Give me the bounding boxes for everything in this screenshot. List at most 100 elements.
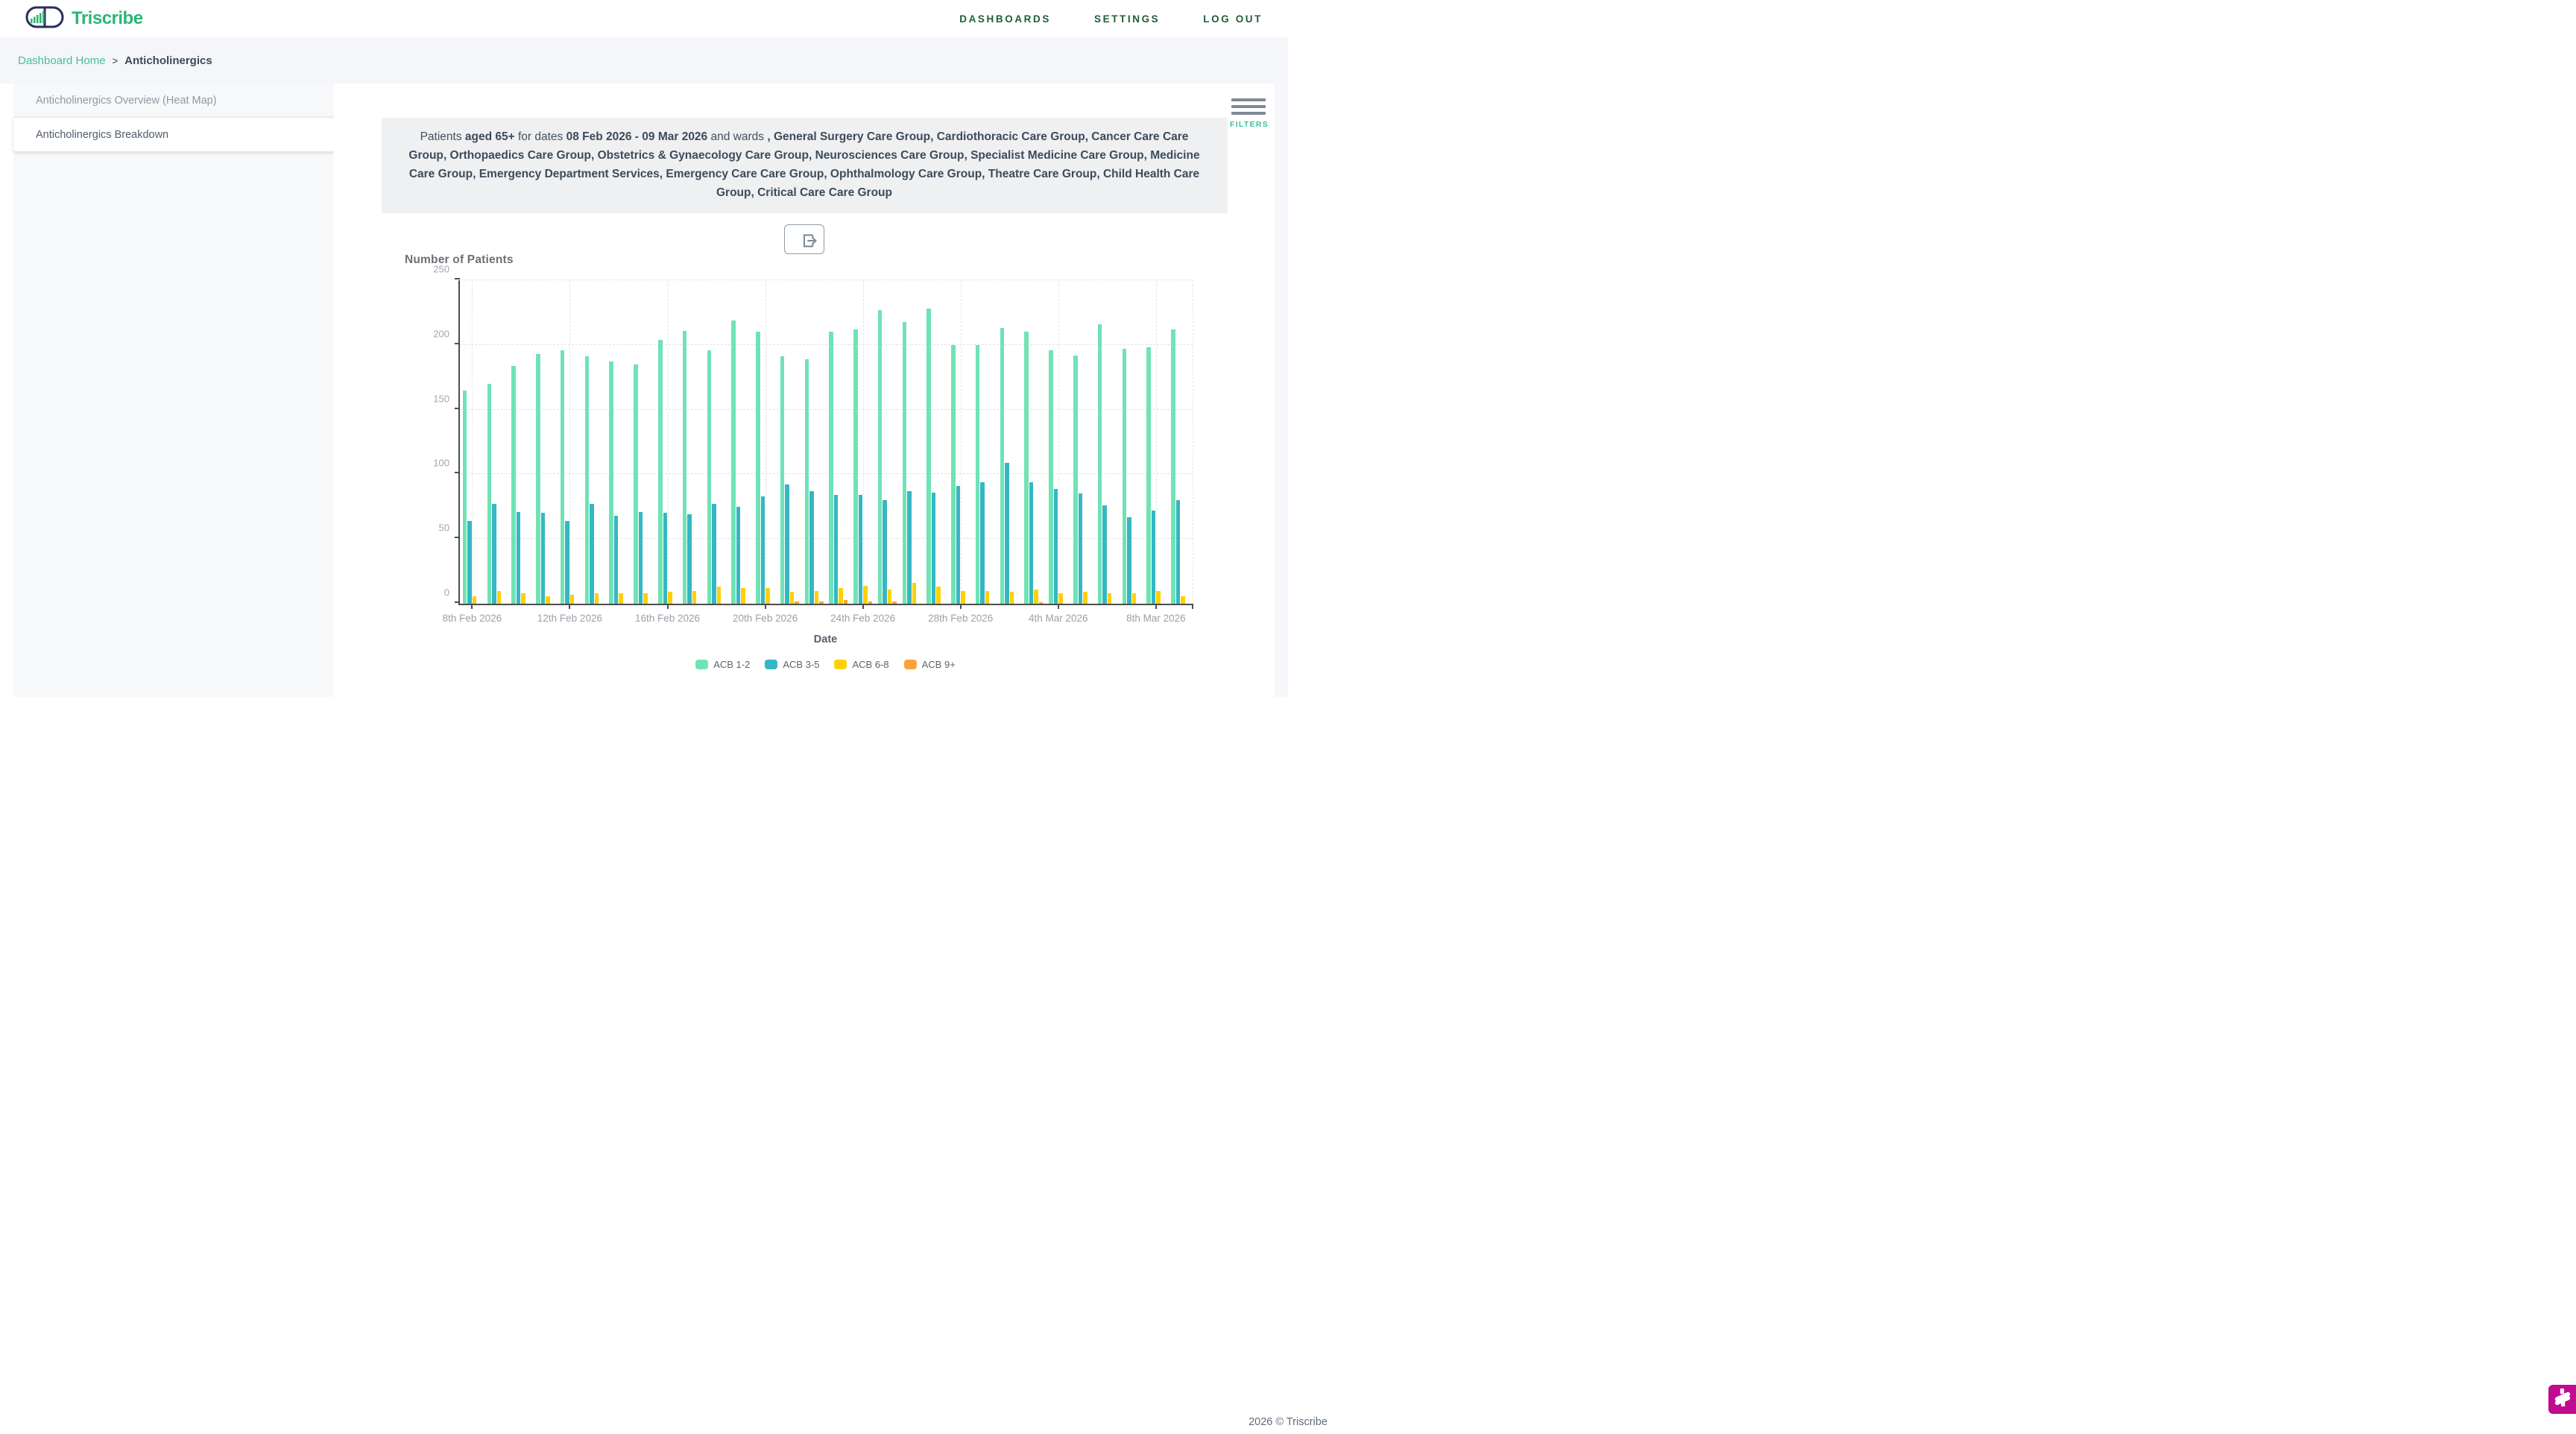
bar-acb-1-2[interactable] (463, 391, 467, 604)
bar-acb-1-2[interactable] (951, 345, 956, 604)
bar-acb-3-5[interactable] (1127, 517, 1131, 604)
bar-acb-1-2[interactable] (1024, 332, 1029, 604)
export-button[interactable] (784, 224, 824, 254)
bar-acb-3-5[interactable] (1054, 489, 1058, 604)
bar-acb-9+[interactable] (795, 601, 799, 604)
nav-link-dashboards[interactable]: DASHBOARDS (959, 13, 1051, 25)
bar-acb-6-8[interactable] (619, 593, 623, 604)
bar-acb-3-5[interactable] (736, 507, 741, 604)
triscribe-logo[interactable]: Triscribe (25, 6, 143, 32)
bar-acb-1-2[interactable] (1123, 349, 1127, 604)
bar-acb-6-8[interactable] (839, 588, 843, 604)
bar-acb-9+[interactable] (819, 601, 824, 604)
bar-acb-6-8[interactable] (1083, 592, 1087, 604)
bar-acb-1-2[interactable] (853, 329, 858, 604)
bar-acb-6-8[interactable] (497, 591, 502, 604)
bar-acb-3-5[interactable] (907, 491, 912, 604)
bar-acb-3-5[interactable] (565, 521, 569, 604)
bar-acb-3-5[interactable] (932, 493, 936, 604)
bar-acb-6-8[interactable] (595, 593, 599, 604)
bar-acb-3-5[interactable] (1005, 463, 1009, 604)
bar-acb-1-2[interactable] (1049, 350, 1053, 604)
bar-acb-1-2[interactable] (1171, 329, 1175, 604)
bar-acb-6-8[interactable] (1058, 593, 1063, 604)
bar-acb-1-2[interactable] (561, 350, 565, 604)
bar-acb-3-5[interactable] (687, 514, 692, 604)
bar-acb-3-5[interactable] (883, 500, 887, 604)
legend-item[interactable]: ACB 3-5 (765, 659, 819, 670)
bar-acb-6-8[interactable] (1181, 596, 1185, 604)
bar-acb-6-8[interactable] (643, 593, 648, 604)
bar-acb-6-8[interactable] (863, 586, 868, 604)
sidebar-item-overview[interactable]: Anticholinergics Overview (Heat Map) (13, 83, 334, 118)
bar-acb-3-5[interactable] (467, 521, 472, 604)
bar-acb-1-2[interactable] (1073, 356, 1078, 604)
bar-acb-3-5[interactable] (1102, 505, 1107, 604)
bar-acb-1-2[interactable] (511, 366, 516, 604)
bar-acb-3-5[interactable] (785, 484, 789, 604)
legend-item[interactable]: ACB 6-8 (834, 659, 888, 670)
bar-acb-1-2[interactable] (805, 359, 809, 604)
bar-acb-1-2[interactable] (976, 345, 980, 604)
bar-acb-6-8[interactable] (1156, 591, 1161, 604)
bar-acb-1-2[interactable] (756, 332, 760, 604)
bar-acb-6-8[interactable] (570, 595, 575, 604)
bar-acb-6-8[interactable] (936, 587, 941, 604)
bar-acb-1-2[interactable] (731, 320, 736, 604)
bar-acb-6-8[interactable] (912, 583, 917, 604)
bar-acb-6-8[interactable] (521, 593, 525, 604)
nav-link-settings[interactable]: SETTINGS (1094, 13, 1160, 25)
bar-acb-1-2[interactable] (609, 361, 613, 604)
bar-acb-6-8[interactable] (1108, 593, 1112, 604)
bar-acb-3-5[interactable] (590, 504, 594, 604)
bar-acb-6-8[interactable] (790, 592, 795, 604)
bar-acb-1-2[interactable] (1098, 324, 1102, 604)
bar-acb-1-2[interactable] (1000, 328, 1005, 604)
bar-acb-9+[interactable] (1039, 602, 1044, 604)
bar-acb-1-2[interactable] (536, 354, 540, 604)
breadcrumb-home-link[interactable]: Dashboard Home (18, 54, 106, 67)
bar-acb-6-8[interactable] (765, 588, 770, 604)
bar-acb-6-8[interactable] (961, 591, 965, 604)
bar-acb-3-5[interactable] (761, 496, 765, 604)
bar-acb-6-8[interactable] (546, 596, 550, 604)
bar-acb-9+[interactable] (868, 601, 873, 604)
bar-acb-3-5[interactable] (541, 513, 546, 604)
legend-item[interactable]: ACB 9+ (904, 659, 956, 670)
bar-acb-3-5[interactable] (492, 504, 496, 604)
bar-acb-1-2[interactable] (707, 350, 712, 604)
bar-acb-1-2[interactable] (1146, 347, 1151, 604)
legend-item[interactable]: ACB 1-2 (695, 659, 750, 670)
bar-acb-1-2[interactable] (634, 364, 638, 604)
bar-acb-1-2[interactable] (683, 331, 687, 604)
bar-acb-3-5[interactable] (712, 504, 716, 604)
bar-acb-1-2[interactable] (780, 356, 785, 604)
bar-acb-3-5[interactable] (834, 495, 839, 604)
bar-acb-3-5[interactable] (956, 486, 961, 604)
bar-acb-9+[interactable] (844, 600, 848, 604)
bar-acb-6-8[interactable] (1132, 593, 1137, 604)
bar-acb-6-8[interactable] (985, 591, 990, 604)
bar-acb-1-2[interactable] (903, 322, 907, 604)
sidebar-item-breakdown[interactable]: Anticholinergics Breakdown (13, 118, 334, 152)
bar-acb-6-8[interactable] (1034, 590, 1038, 604)
bar-acb-3-5[interactable] (663, 513, 668, 604)
bar-acb-1-2[interactable] (926, 309, 931, 604)
bar-acb-3-5[interactable] (639, 512, 643, 604)
bar-acb-3-5[interactable] (980, 482, 985, 604)
nav-link-log-out[interactable]: LOG OUT (1203, 13, 1263, 25)
bar-acb-6-8[interactable] (668, 592, 672, 604)
filters-button[interactable]: FILTERS (1230, 98, 1267, 129)
bar-acb-6-8[interactable] (741, 588, 745, 604)
bar-acb-1-2[interactable] (487, 384, 492, 604)
bar-acb-3-5[interactable] (1079, 493, 1083, 604)
bar-acb-1-2[interactable] (829, 332, 833, 604)
bar-acb-1-2[interactable] (878, 310, 883, 604)
bar-acb-3-5[interactable] (517, 512, 521, 604)
feedback-widget-button[interactable] (2548, 1385, 2576, 1414)
bar-acb-6-8[interactable] (1010, 592, 1014, 604)
bar-acb-3-5[interactable] (1152, 511, 1156, 604)
bar-acb-3-5[interactable] (859, 495, 863, 604)
bar-acb-1-2[interactable] (585, 356, 590, 604)
bar-acb-9+[interactable] (892, 601, 897, 604)
